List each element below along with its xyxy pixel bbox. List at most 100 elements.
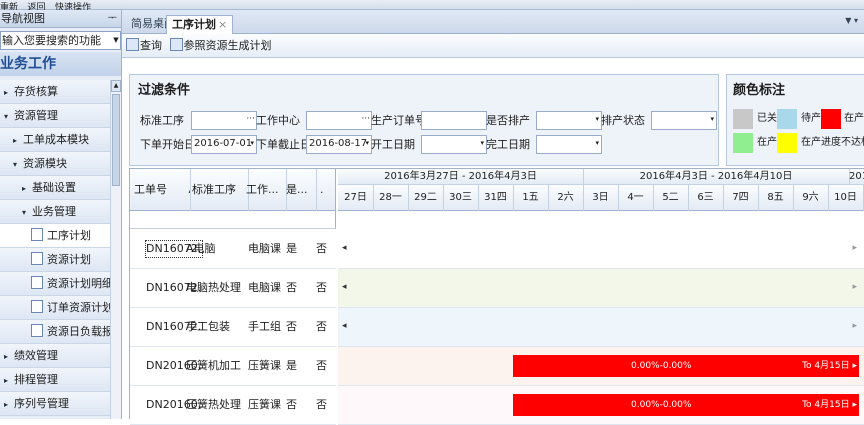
chevron-down-icon[interactable]: ▼ bbox=[112, 32, 120, 49]
gantt-day-label: 10日 bbox=[828, 185, 864, 211]
legend-label-in-production-green: 在产 bbox=[757, 137, 777, 148]
sidebar-item[interactable]: 资源计划 bbox=[0, 248, 110, 272]
table-row[interactable]: DN16072... 电脑热处理 电脑课否否 bbox=[130, 269, 336, 308]
table-row[interactable]: DN20160... 压簧机加工 压簧课是否 bbox=[130, 347, 336, 386]
tab-menu-icon[interactable]: ▼ ▾ bbox=[845, 16, 858, 25]
chevron-down-icon[interactable]: ▾ bbox=[250, 136, 254, 151]
scroll-thumb[interactable] bbox=[112, 94, 120, 186]
sidebar-item[interactable]: ▾ 资源管理 bbox=[0, 104, 110, 128]
chevron-down-icon[interactable]: ▾ bbox=[480, 136, 484, 151]
sidebar-item[interactable]: 工序计划 bbox=[0, 224, 110, 248]
chevron-right-icon: ▸ bbox=[4, 352, 9, 361]
order-end-input[interactable]: 2016-08-17 ▾ bbox=[306, 135, 372, 154]
scroll-right-icon[interactable]: ▸ bbox=[852, 243, 857, 253]
std-proc-input[interactable]: ··· bbox=[191, 111, 257, 130]
color-legend-title: 颜色标注 bbox=[733, 83, 786, 98]
legend-label-pending: 待产 bbox=[801, 113, 821, 124]
gantt-row[interactable]: 0.00%-0.00% To 4月15日 ▸ bbox=[338, 347, 864, 386]
col-header-order-label: 工单号 bbox=[134, 183, 167, 196]
table-cell-wc: 手工组 bbox=[248, 320, 281, 333]
generate-plan-label: 参照资源生成计划 bbox=[183, 39, 272, 52]
gantt-task-bar[interactable]: 0.00%-0.00% To 4月15日 ▸ bbox=[513, 355, 859, 377]
ellipsis-icon[interactable]: ··· bbox=[246, 112, 255, 127]
gantt-row[interactable]: ◂ ▸ bbox=[338, 308, 864, 347]
sidebar-item[interactable]: ▸ 存货核算 bbox=[0, 80, 110, 104]
sidebar-item[interactable]: 资源计划明细 bbox=[0, 272, 110, 296]
tab-process-plan[interactable]: 工序计划 × bbox=[166, 15, 234, 35]
prod-order-input[interactable] bbox=[421, 111, 487, 130]
sidebar-item[interactable]: ▸ 工单成本模块 bbox=[0, 128, 110, 152]
legend-swatch-closed bbox=[733, 109, 753, 129]
gantt-row[interactable]: ◂ ▸ bbox=[338, 230, 864, 269]
finish-date-input[interactable]: ▾ bbox=[536, 135, 602, 154]
col-header-std-proc[interactable]: 标准工序 bbox=[186, 169, 249, 211]
query-button[interactable]: 查询 bbox=[126, 34, 162, 58]
sidebar-item-label: 资源日负载报表 bbox=[47, 325, 110, 338]
sidebar-section-title: 业务工作 bbox=[0, 52, 121, 76]
table-cell-wc: 压簧课 bbox=[248, 398, 281, 411]
start-date-input[interactable]: ▾ bbox=[421, 135, 487, 154]
sidebar-item-label: 存货核算 bbox=[14, 85, 58, 98]
sidebar-item[interactable]: ▸ 基础设置 bbox=[0, 176, 110, 200]
generate-plan-button[interactable]: 参照资源生成计划 bbox=[169, 34, 272, 58]
table-row[interactable]: DN16072... A电脑 电脑课是否 bbox=[130, 230, 336, 269]
scroll-left-icon[interactable]: ◂ bbox=[342, 243, 347, 253]
sidebar-item[interactable]: ▾ 业务管理 bbox=[0, 200, 110, 224]
chevron-down-icon[interactable]: ▾ bbox=[710, 112, 714, 127]
bar-end-label: To 4月15日 ▸ bbox=[802, 400, 857, 410]
tab-bar: 简易桌面 工序计划 × ▼ ▾ bbox=[122, 10, 864, 35]
gantt-week-label: 2016年3月27日 - 2016年4月3日 bbox=[338, 169, 584, 185]
table-cell-c4: 否 bbox=[286, 320, 297, 333]
sidebar-item[interactable]: 资源日负载报表 bbox=[0, 320, 110, 344]
work-center-input[interactable]: ··· bbox=[306, 111, 372, 130]
chevron-down-icon[interactable]: ▾ bbox=[595, 136, 599, 151]
table-cell-proc: A电脑 bbox=[186, 242, 216, 255]
scroll-right-icon[interactable]: ▸ bbox=[852, 282, 857, 292]
schedule-grid: 工单号 ▴ 标准工序 工作... 是... . DN16072...A电脑电脑课… bbox=[129, 168, 864, 425]
gantt-week-label: 2016... bbox=[849, 169, 864, 185]
order-start-input[interactable]: 2016-07-01 ▾ bbox=[191, 135, 257, 154]
scroll-left-icon[interactable]: ◂ bbox=[342, 321, 347, 331]
table-cell-c5: 否 bbox=[316, 398, 327, 411]
chevron-down-icon[interactable]: ▾ bbox=[365, 136, 369, 151]
sidebar-item[interactable]: 订单资源计划 bbox=[0, 296, 110, 320]
sidebar-item[interactable]: ▾ 资源模块 bbox=[0, 152, 110, 176]
ellipsis-icon[interactable]: ··· bbox=[361, 112, 370, 127]
col-header-order[interactable]: 工单号 ▴ bbox=[130, 169, 191, 211]
table-cell-wc: 电脑课 bbox=[248, 281, 281, 294]
sidebar-header: 导航视图 ᅮ bbox=[0, 10, 121, 28]
sidebar-search-input[interactable]: 输入您要搜索的功能 ▼ bbox=[0, 31, 121, 50]
scheduled-select[interactable]: ▾ bbox=[536, 111, 602, 130]
table-cell-c5: 否 bbox=[316, 320, 327, 333]
gantt-day-label: 27日 bbox=[338, 185, 374, 211]
sidebar-scrollbar[interactable]: ▲ bbox=[110, 80, 121, 419]
grid-filter-row[interactable] bbox=[130, 211, 336, 229]
legend-swatch-behind-schedule bbox=[777, 133, 797, 153]
pin-icon[interactable]: ᅮ bbox=[108, 10, 117, 28]
table-row[interactable]: DN16072... 手工包装 手工组否否 bbox=[130, 308, 336, 347]
scroll-right-icon[interactable]: ▸ bbox=[852, 321, 857, 331]
gantt-row[interactable]: 0.00%-0.00% To 4月15日 ▸ bbox=[338, 386, 864, 425]
table-cell-c4: 是 bbox=[286, 242, 297, 255]
scroll-left-icon[interactable]: ◂ bbox=[342, 282, 347, 292]
sidebar-item-label: 工单成本模块 bbox=[23, 133, 89, 146]
gantt-day-label: 28一 bbox=[373, 185, 409, 211]
grid-left-header: 工单号 ▴ 标准工序 工作... 是... . bbox=[130, 169, 336, 211]
scroll-up-icon[interactable]: ▲ bbox=[111, 80, 121, 92]
sidebar-item[interactable]: ▸ 绩效管理 bbox=[0, 344, 110, 368]
gantt-task-bar[interactable]: 0.00%-0.00% To 4月15日 ▸ bbox=[513, 394, 859, 416]
bar-end-label: To 4月15日 ▸ bbox=[802, 361, 857, 371]
close-icon[interactable]: × bbox=[218, 18, 227, 31]
gantt-day-label: 31四 bbox=[478, 185, 514, 211]
legend-swatch-pending bbox=[777, 109, 797, 129]
bar-progress-text: 0.00%-0.00% bbox=[631, 361, 692, 371]
sidebar-item[interactable]: ▸ 排程管理 bbox=[0, 368, 110, 392]
chevron-down-icon[interactable]: ▾ bbox=[595, 112, 599, 127]
tab-process-plan-label: 工序计划 bbox=[172, 18, 216, 31]
gantt-row[interactable]: ◂ ▸ bbox=[338, 269, 864, 308]
sidebar-item[interactable]: ▸ 序列号管理 bbox=[0, 392, 110, 416]
sidebar-item-label: 资源模块 bbox=[23, 157, 67, 170]
table-row[interactable]: DN20160...压簧热处理①压簧课否否 bbox=[130, 386, 336, 425]
col-header-work-center[interactable]: 工作... bbox=[242, 169, 287, 211]
sched-status-select[interactable]: ▾ bbox=[651, 111, 717, 130]
